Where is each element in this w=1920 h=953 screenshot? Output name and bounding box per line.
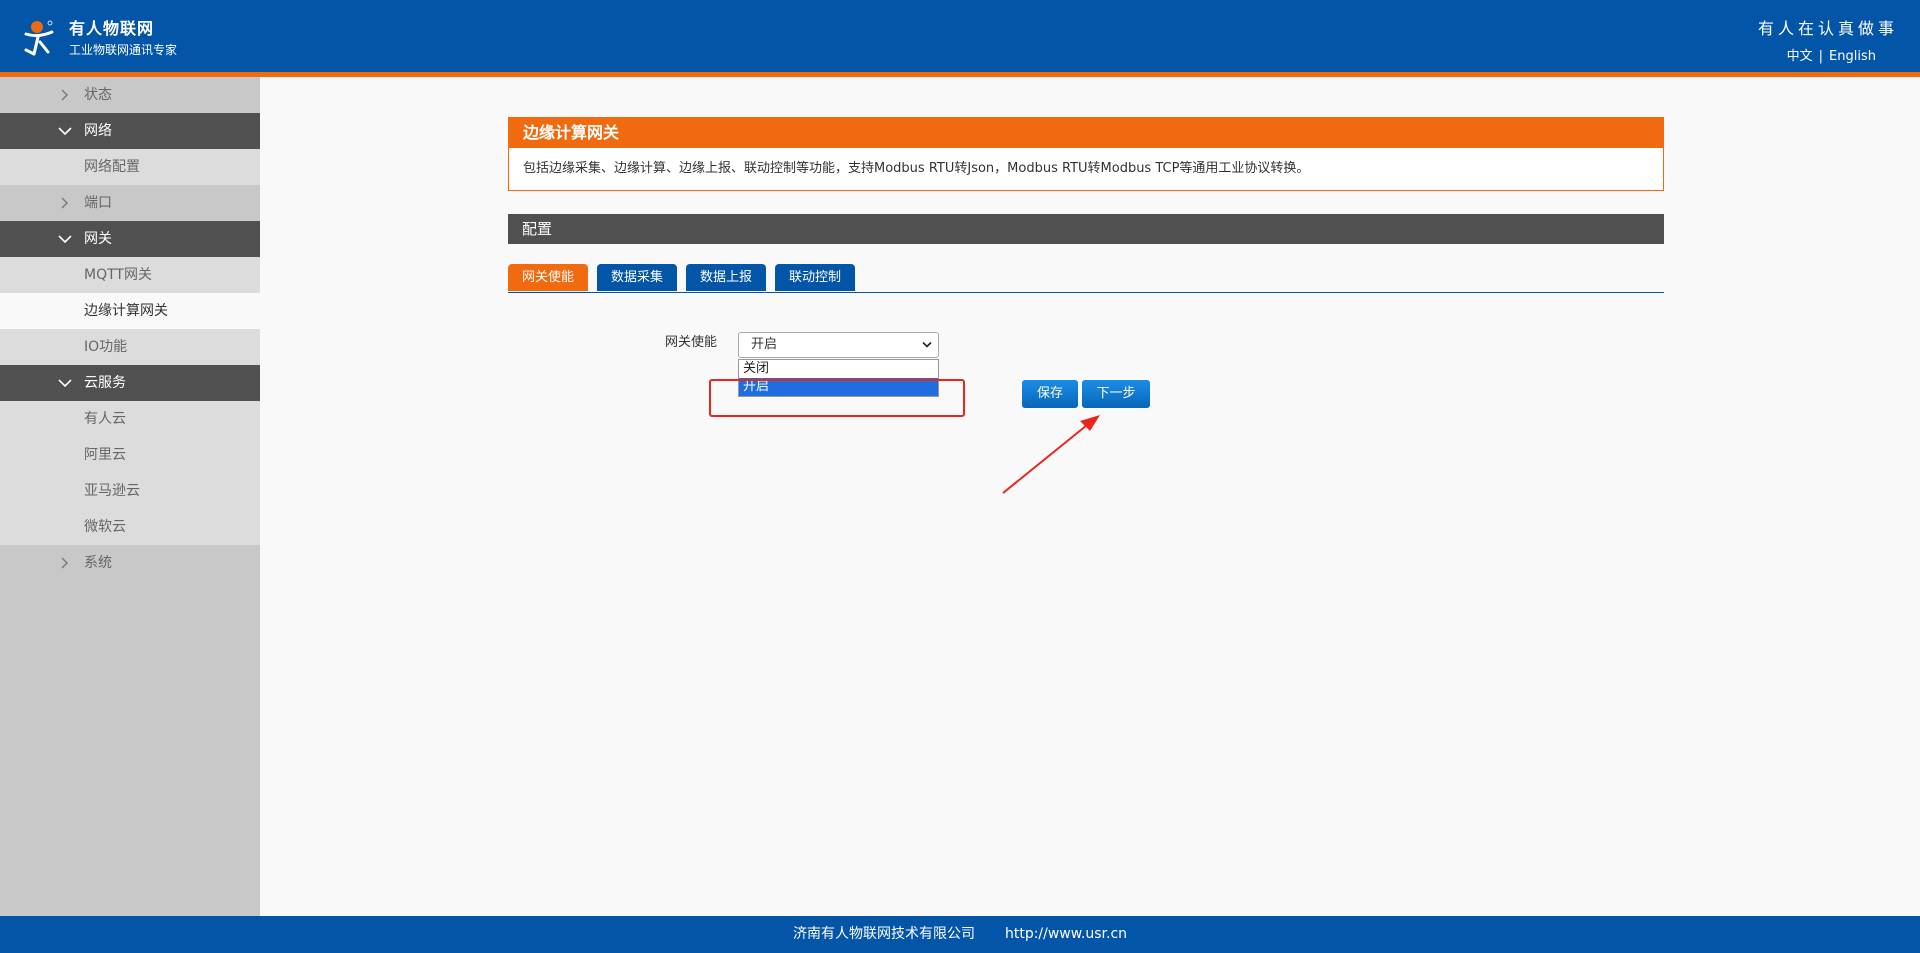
sidebar-nav: 状态 网络 网络配置 端口 网关 MQTT网关 边缘计算网关 IO功能 云服务	[0, 77, 260, 581]
sidebar-item-gateway[interactable]: 网关	[0, 221, 260, 257]
footer: 济南有人物联网技术有限公司 http://www.usr.cn	[0, 916, 1920, 953]
sidebar: 状态 网络 网络配置 端口 网关 MQTT网关 边缘计算网关 IO功能 云服务	[0, 77, 260, 916]
chevron-down-icon	[58, 127, 72, 136]
main-content: 边缘计算网关 包括边缘采集、边缘计算、边缘上报、联动控制等功能，支持Modbus…	[260, 77, 1920, 916]
sidebar-item-network[interactable]: 网络	[0, 113, 260, 149]
sidebar-item-label: 系统	[84, 555, 112, 571]
sidebar-item-io-function[interactable]: IO功能	[0, 329, 260, 365]
usr-logo-icon	[24, 20, 54, 56]
brand-name: 有人物联网	[69, 19, 155, 38]
chevron-down-icon	[58, 379, 72, 388]
sidebar-item-label: 微软云	[84, 519, 126, 535]
footer-url-link[interactable]: http://www.usr.cn	[1005, 926, 1127, 942]
tab-data-report[interactable]: 数据上报	[686, 264, 767, 291]
sidebar-item-edge-gateway[interactable]: 边缘计算网关	[0, 293, 260, 329]
chevron-right-icon	[61, 557, 68, 569]
language-switch: 中文 | English	[1787, 49, 1876, 65]
sidebar-item-mqtt-gateway[interactable]: MQTT网关	[0, 257, 260, 293]
sidebar-item-label: IO功能	[84, 339, 128, 355]
select-value: 开启	[751, 337, 778, 352]
chevron-down-icon	[922, 341, 932, 348]
sidebar-item-label: 网络	[84, 123, 112, 139]
annotation-arrow-icon	[1002, 415, 1100, 494]
sidebar-item-port[interactable]: 端口	[0, 185, 260, 221]
chevron-right-icon	[61, 89, 68, 101]
sidebar-item-cloud-service[interactable]: 云服务	[0, 365, 260, 401]
intro-panel: 边缘计算网关 包括边缘采集、边缘计算、边缘上报、联动控制等功能，支持Modbus…	[508, 117, 1664, 191]
sidebar-item-azure-cloud[interactable]: 微软云	[0, 509, 260, 545]
dropdown-option-off[interactable]: 关闭	[739, 360, 938, 378]
top-header: 有人物联网 工业物联网通讯专家 有人在认真做事 中文 | English	[0, 0, 1920, 77]
sidebar-item-label: 亚马逊云	[84, 483, 140, 499]
sidebar-item-label: 边缘计算网关	[84, 303, 168, 319]
next-step-button[interactable]: 下一步	[1082, 380, 1150, 408]
gateway-enable-label: 网关使能	[665, 335, 718, 350]
tab-data-collection[interactable]: 数据采集	[597, 264, 678, 291]
page-title: 边缘计算网关	[509, 118, 1663, 148]
config-section-title: 配置	[508, 214, 1664, 244]
sidebar-item-label: 有人云	[84, 411, 126, 427]
gateway-enable-dropdown: 关闭 开启	[738, 359, 939, 397]
sidebar-item-aliyun[interactable]: 阿里云	[0, 437, 260, 473]
slogan: 有人在认真做事	[1757, 19, 1898, 38]
page-description: 包括边缘采集、边缘计算、边缘上报、联动控制等功能，支持Modbus RTU转Js…	[523, 161, 1310, 176]
chevron-down-icon	[58, 235, 72, 244]
save-button[interactable]: 保存	[1022, 380, 1078, 408]
gateway-enable-select[interactable]: 开启	[738, 332, 939, 358]
brand-subtitle: 工业物联网通讯专家	[69, 43, 178, 57]
sidebar-item-label: 网关	[84, 231, 112, 247]
sidebar-item-usr-cloud[interactable]: 有人云	[0, 401, 260, 437]
lang-separator: |	[1818, 49, 1824, 64]
config-tabs: 网关使能 数据采集 数据上报 联动控制	[508, 264, 1664, 293]
lang-chinese-link[interactable]: 中文	[1787, 49, 1813, 64]
sidebar-item-label: 状态	[84, 87, 112, 103]
sidebar-item-label: MQTT网关	[84, 267, 152, 283]
footer-company: 济南有人物联网技术有限公司	[792, 926, 975, 942]
sidebar-item-label: 端口	[84, 195, 112, 211]
sidebar-item-label: 云服务	[84, 375, 126, 391]
sidebar-item-aws-cloud[interactable]: 亚马逊云	[0, 473, 260, 509]
sidebar-item-label: 阿里云	[84, 447, 126, 463]
tab-linkage-control[interactable]: 联动控制	[775, 264, 856, 291]
tab-gateway-enable[interactable]: 网关使能	[508, 264, 589, 291]
chevron-right-icon	[61, 197, 68, 209]
sidebar-item-label: 网络配置	[84, 159, 140, 175]
sidebar-item-network-config[interactable]: 网络配置	[0, 149, 260, 185]
sidebar-item-status[interactable]: 状态	[0, 77, 260, 113]
brand: 有人物联网 工业物联网通讯专家	[69, 19, 177, 58]
dropdown-option-on[interactable]: 开启	[739, 378, 938, 396]
lang-english-link[interactable]: English	[1829, 49, 1876, 64]
sidebar-item-system[interactable]: 系统	[0, 545, 260, 581]
